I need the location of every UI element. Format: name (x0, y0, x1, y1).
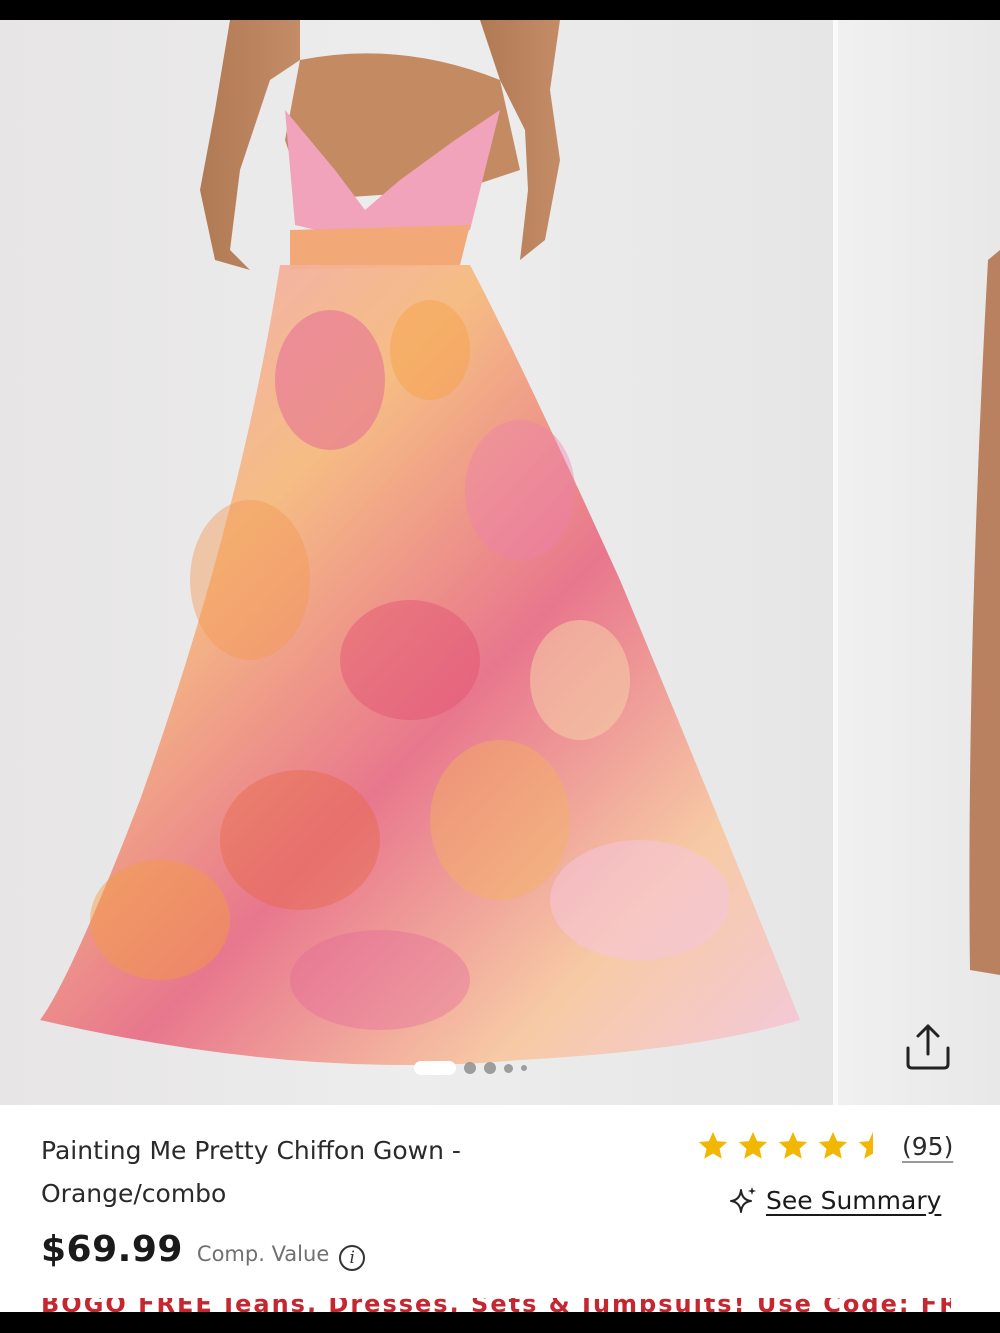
dress-illustration (40, 20, 800, 1065)
star-icon (698, 1131, 728, 1159)
carousel-pagination[interactable] (414, 1060, 527, 1076)
star-icon (738, 1131, 768, 1159)
see-summary-link[interactable]: See Summary (728, 1185, 941, 1215)
share-icon (906, 1024, 950, 1070)
next-product-image[interactable] (838, 20, 1000, 1105)
info-icon[interactable]: i (339, 1245, 366, 1271)
carousel-dot[interactable] (521, 1065, 527, 1071)
rating-stars[interactable]: (95) (696, 1129, 953, 1163)
product-info: Painting Me Pretty Chiffon Gown - Orange… (0, 1105, 1000, 1312)
next-image-preview (969, 250, 1000, 975)
sparkle-icon (730, 1187, 756, 1213)
product-image[interactable] (0, 20, 833, 1105)
promo-text[interactable]: BOGO FREE Jeans, Dresses, Sets & Jumpsui… (41, 1298, 951, 1312)
promo-banner[interactable]: BOGO FREE Jeans, Dresses, Sets & Jumpsui… (41, 1298, 951, 1312)
product-page: Painting Me Pretty Chiffon Gown - Orange… (0, 20, 1000, 1312)
see-summary-label[interactable]: See Summary (766, 1186, 941, 1215)
share-button[interactable] (900, 1018, 956, 1074)
star-icon (818, 1131, 848, 1159)
carousel-dot[interactable] (484, 1062, 496, 1074)
carousel-dot[interactable] (464, 1062, 476, 1074)
comp-value-label: Comp. Value (196, 1242, 330, 1266)
price-row: $69.99 Comp. Value i (41, 1229, 366, 1271)
star-icon (778, 1131, 808, 1159)
product-price: $69.99 (41, 1229, 183, 1270)
product-title: Painting Me Pretty Chiffon Gown - Orange… (41, 1136, 461, 1208)
carousel-dot[interactable] (504, 1063, 513, 1073)
carousel-dot[interactable] (414, 1061, 456, 1075)
half-star-icon (858, 1131, 873, 1159)
review-count[interactable]: (95) (902, 1132, 953, 1161)
image-carousel[interactable] (0, 20, 1000, 1105)
